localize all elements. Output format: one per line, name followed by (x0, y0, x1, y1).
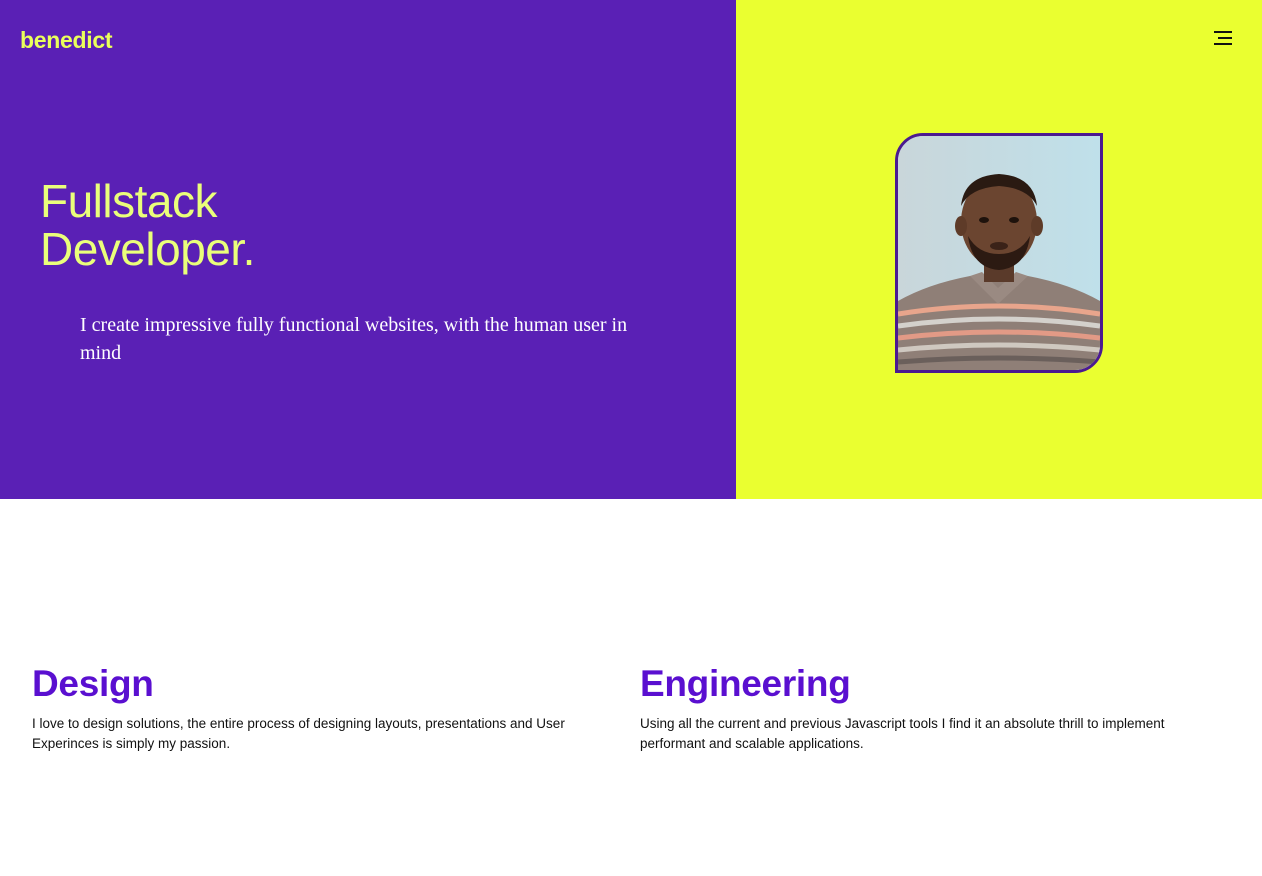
portrait-photo (895, 133, 1103, 373)
feature-design-title: Design (32, 663, 154, 704)
feature-design-text: I love to design solutions, the entire p… (32, 716, 565, 751)
site-logo[interactable]: benedict (20, 27, 112, 54)
portrait-illustration (898, 136, 1100, 370)
menu-line (1218, 37, 1232, 39)
feature-engineering-text: Using all the current and previous Javas… (640, 716, 1165, 751)
menu-line (1214, 31, 1232, 33)
hero-title-line-1: Fullstack (40, 175, 217, 227)
menu-line (1214, 43, 1232, 45)
hero-section: benedict Fullstack Developer. I create i… (0, 0, 1262, 499)
feature-design: Design I love to design solutions, the e… (32, 663, 602, 754)
hero-tagline: I create impressive fully functional web… (80, 314, 628, 364)
hero-left-panel: benedict Fullstack Developer. I create i… (0, 0, 736, 499)
feature-engineering-title: Engineering (640, 663, 851, 704)
feature-engineering: Engineering Using all the current and pr… (640, 663, 1220, 754)
hamburger-menu-icon[interactable] (1208, 26, 1238, 52)
hero-headline: Fullstack Developer. (40, 177, 255, 273)
hero-title-line-2: Developer. (40, 223, 255, 275)
